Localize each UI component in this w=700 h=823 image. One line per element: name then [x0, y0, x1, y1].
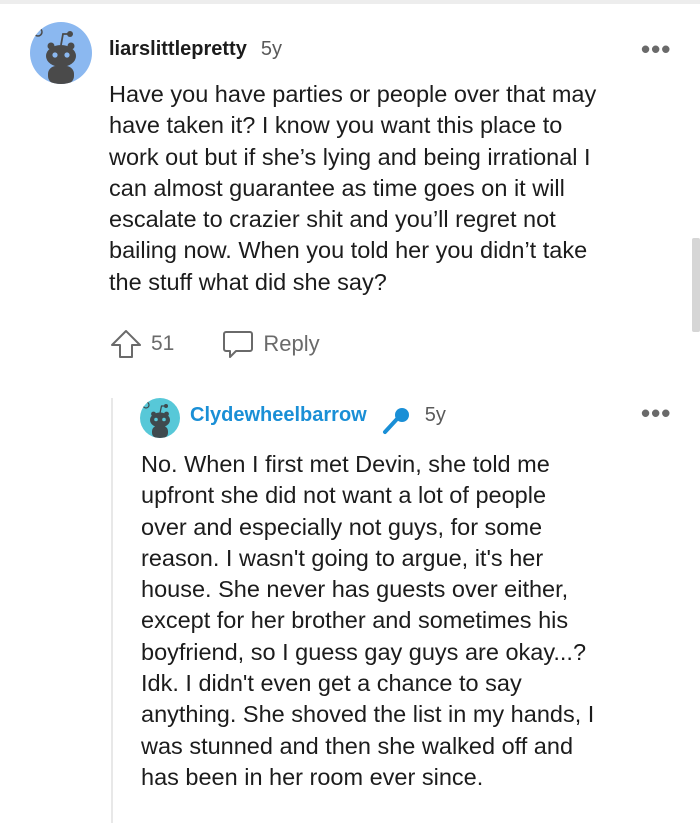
comment-body: Have you have parties or people over tha…	[109, 81, 597, 295]
comment-header: liarslittlepretty 5y	[109, 38, 282, 61]
comment-header: Clydewheelbarrow 5y	[190, 404, 446, 434]
snoo-avatar-icon[interactable]	[30, 22, 92, 84]
microphone-icon	[381, 406, 411, 436]
comment-age: 5y	[424, 404, 446, 426]
username-link[interactable]: Clydewheelbarrow	[190, 404, 367, 427]
top-divider	[0, 0, 700, 4]
comment-body: No. When I first met Devin, she told me …	[141, 451, 595, 790]
comment-actions: 51 Reply	[109, 329, 320, 359]
more-options-icon[interactable]: •••	[641, 36, 671, 62]
more-options-icon[interactable]: •••	[641, 400, 671, 426]
upvote-count: 51	[151, 332, 175, 355]
comment-age: 5y	[260, 38, 282, 60]
reply-button[interactable]: Reply	[222, 329, 320, 359]
reply-label: Reply	[263, 331, 320, 356]
upvote-arrow-icon[interactable]	[109, 329, 143, 359]
snoo-avatar-icon[interactable]	[140, 398, 180, 438]
upvote-button[interactable]: 51	[109, 329, 174, 359]
username-link[interactable]: liarslittlepretty	[109, 38, 247, 61]
thread-line[interactable]	[111, 398, 113, 823]
speech-bubble-icon	[223, 331, 254, 358]
scrollbar-thumb[interactable]	[692, 238, 700, 332]
